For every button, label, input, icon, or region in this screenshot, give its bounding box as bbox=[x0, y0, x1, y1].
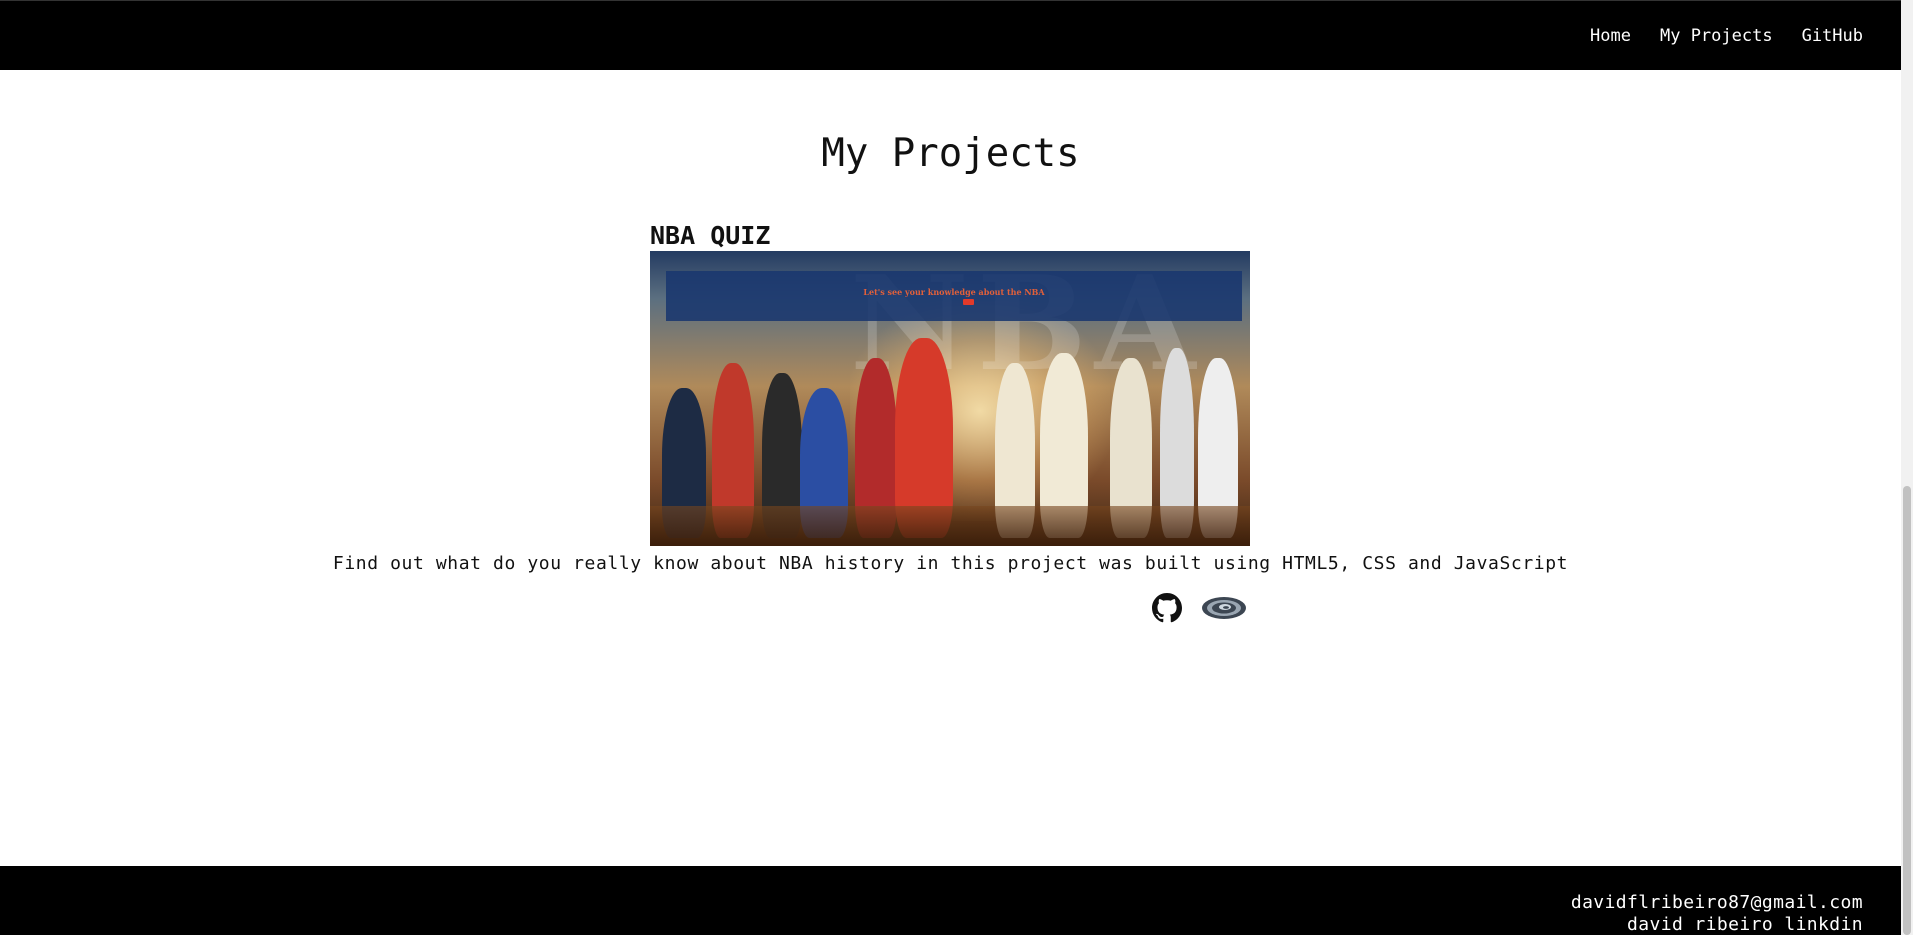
nav-link-github[interactable]: GitHub bbox=[1802, 23, 1863, 49]
court-floor bbox=[650, 506, 1250, 546]
footer-email-link[interactable]: davidflribeiro87@gmail.com bbox=[1571, 892, 1863, 914]
page: Home My Projects GitHub My Projects NBA … bbox=[0, 0, 1913, 935]
project-links bbox=[1152, 593, 1248, 623]
scrollbar-thumb[interactable] bbox=[1903, 486, 1911, 935]
page-scrollbar[interactable] bbox=[1901, 0, 1913, 935]
quiz-banner: Let's see your knowledge about the NBA bbox=[666, 271, 1242, 321]
live-site-icon[interactable] bbox=[1200, 593, 1248, 623]
banner-start-button bbox=[963, 299, 974, 305]
github-icon[interactable] bbox=[1152, 593, 1182, 623]
nav-link-my-projects[interactable]: My Projects bbox=[1660, 23, 1773, 49]
footer: davidflribeiro87@gmail.com david ribeiro… bbox=[0, 866, 1901, 935]
top-navbar: Home My Projects GitHub bbox=[0, 0, 1901, 70]
project-description: Find out what do you really know about N… bbox=[332, 553, 1569, 574]
page-title: My Projects bbox=[821, 131, 1080, 176]
footer-linkedin-link[interactable]: david ribeiro linkdin bbox=[1627, 914, 1863, 935]
main-nav: Home My Projects GitHub bbox=[1590, 23, 1863, 49]
project-title: NBA QUIZ bbox=[650, 221, 771, 250]
project-screenshot[interactable]: NBA Let's see your knowledge about the N… bbox=[650, 251, 1250, 546]
banner-text: Let's see your knowledge about the NBA bbox=[863, 287, 1045, 297]
nav-link-home[interactable]: Home bbox=[1590, 23, 1631, 49]
